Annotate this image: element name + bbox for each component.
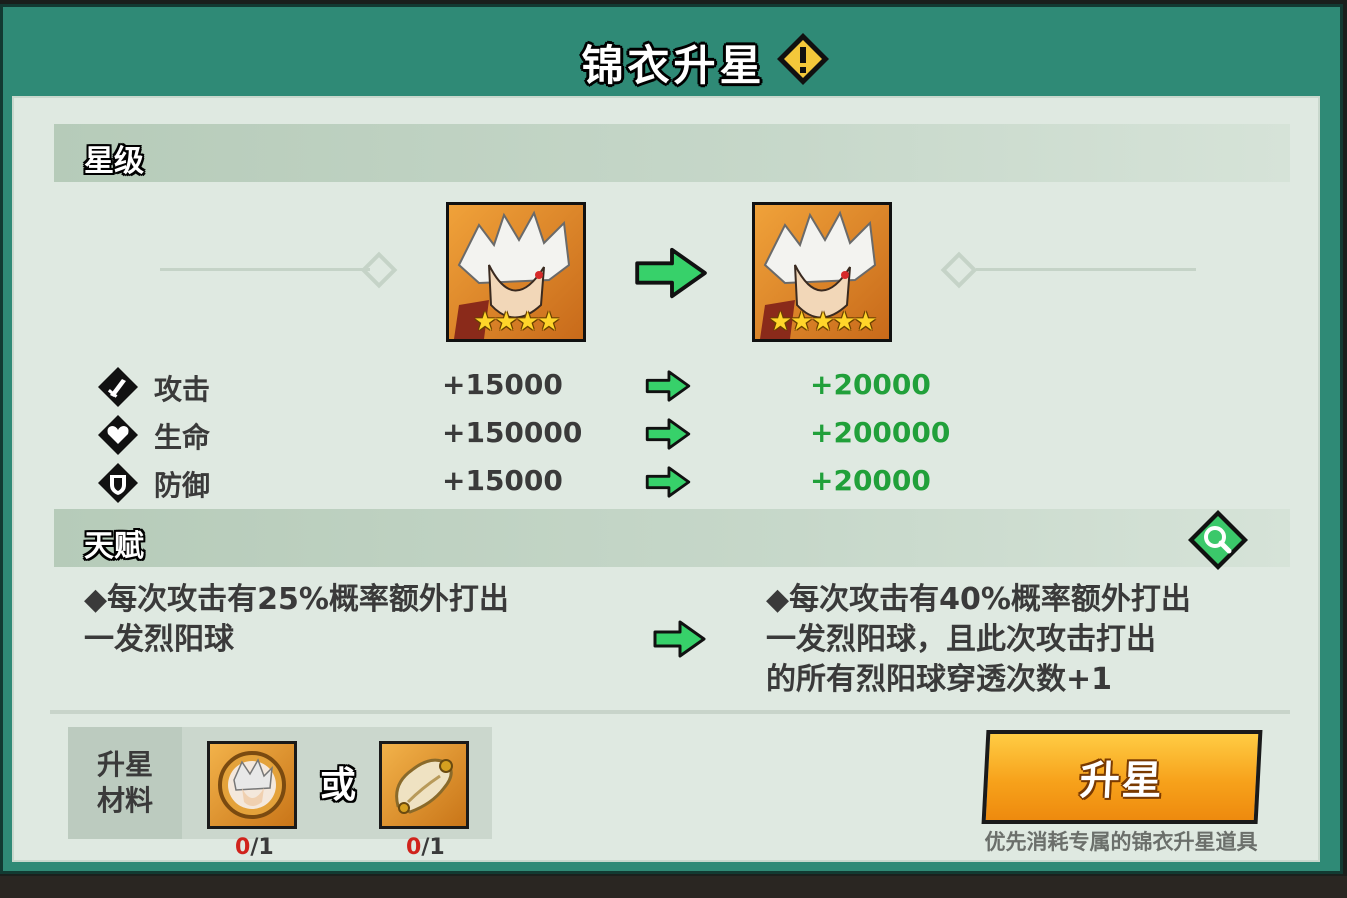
talent-after-line: 一发烈阳球，且此次攻击打出: [766, 622, 1156, 657]
shield-icon: [98, 463, 138, 503]
talent-before-text: ◆每次攻击有25%概率额外打出 一发烈阳球: [84, 580, 509, 660]
material-item-shell[interactable]: [379, 741, 469, 829]
talent-arrow-icon: [653, 620, 706, 658]
stat-name-hp: 生命: [154, 421, 211, 454]
background-strip: [0, 876, 1347, 898]
magnifier-icon[interactable]: [1186, 508, 1250, 572]
sword-icon: [98, 367, 138, 407]
portrait-after: ★★★★★: [752, 202, 892, 342]
hero-token-icon: [218, 751, 286, 819]
dialog-title: 锦衣升星: [581, 41, 766, 90]
stat-after-attack: +20000: [810, 368, 931, 401]
deco-line-left: [160, 268, 370, 271]
talent-after-line: ◆每次攻击有40%概率额外打出: [766, 582, 1191, 617]
material-item-portrait[interactable]: [207, 741, 297, 829]
material-have: 0: [235, 835, 251, 860]
star-section-bar: [54, 124, 1290, 182]
stat-name-attack: 攻击: [154, 373, 211, 406]
talent-section-bar: [54, 509, 1290, 567]
material-count: 0/1: [406, 835, 445, 860]
talent-after-line: 的所有烈阳球穿透次数+1: [766, 662, 1113, 697]
upgrade-button[interactable]: 升星: [981, 730, 1263, 824]
upgrade-arrow-icon: [635, 247, 707, 299]
stat-before-hp: +150000: [442, 416, 583, 449]
material-need: /1: [250, 835, 274, 860]
green-arrow-icon: [645, 466, 691, 498]
heart-icon: [98, 415, 138, 455]
material-count: 0/1: [235, 835, 274, 860]
warning-icon[interactable]: [774, 30, 832, 88]
materials-label-line: 升星: [96, 748, 153, 781]
green-arrow-icon: [645, 370, 691, 402]
green-arrow-icon: [645, 418, 691, 450]
talent-section-title: 天赋: [84, 529, 144, 564]
talent-after-text: ◆每次攻击有40%概率额外打出 一发烈阳球，且此次攻击打出 的所有烈阳球穿透次数…: [766, 580, 1191, 700]
portrait-before: ★★★★: [446, 202, 586, 342]
or-label: 或: [320, 765, 357, 806]
talent-before-line: 一发烈阳球: [84, 622, 234, 657]
conch-shell-icon: [395, 758, 453, 814]
stat-after-defense: +20000: [810, 464, 931, 497]
stat-name-defense: 防御: [154, 469, 211, 502]
deco-line-right: [976, 268, 1196, 271]
stat-before-attack: +15000: [442, 368, 563, 401]
star-section-title: 星级: [84, 144, 144, 179]
materials-label: 升星 材料: [68, 727, 182, 839]
talent-before-line: ◆每次攻击有25%概率额外打出: [84, 582, 509, 617]
material-need: /1: [421, 835, 445, 860]
stat-after-hp: +200000: [810, 416, 951, 449]
stars-before: ★★★★: [473, 307, 560, 337]
material-have: 0: [406, 835, 422, 860]
stat-before-defense: +15000: [442, 464, 563, 497]
section-divider: [50, 710, 1290, 714]
upgrade-hint: 优先消耗专属的锦衣升星道具: [984, 830, 1258, 854]
stars-after: ★★★★★: [768, 307, 878, 337]
materials-label-line: 材料: [96, 784, 153, 817]
